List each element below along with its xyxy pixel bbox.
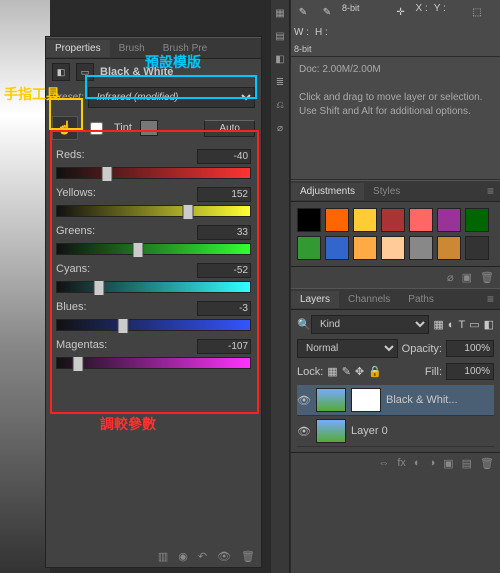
- tool-icon[interactable]: ▤: [272, 26, 288, 46]
- hint-text: Use Shift and Alt for additional options…: [299, 105, 492, 119]
- visibility-icon[interactable]: 👁: [297, 425, 311, 438]
- annotation-box-finger: [49, 98, 83, 130]
- doc-size: Doc: 2.00M/2.00M: [299, 63, 492, 77]
- y-label: Y :: [434, 3, 446, 21]
- top-info-bar: ✎ ✎ 8-bit ✛ X : Y : ⬚ W : H : 8-bit: [291, 0, 500, 57]
- reset-icon[interactable]: ↶: [198, 550, 207, 563]
- new-style-icon[interactable]: ▣: [462, 271, 472, 284]
- style-swatch[interactable]: [465, 208, 489, 232]
- clip-icon[interactable]: ▥: [158, 550, 168, 563]
- filter-icon[interactable]: T: [458, 319, 465, 331]
- layer-thumb[interactable]: [316, 388, 346, 412]
- search-icon[interactable]: 🔍: [297, 318, 307, 331]
- filter-icon[interactable]: ▦: [433, 318, 443, 331]
- tab-properties[interactable]: Properties: [46, 40, 110, 57]
- fill-input[interactable]: [446, 363, 494, 380]
- hint-text: Click and drag to move layer or selectio…: [299, 91, 492, 105]
- bw-adjustment-icon: ◧: [52, 63, 70, 81]
- opacity-input[interactable]: [446, 340, 494, 357]
- style-swatch[interactable]: [409, 236, 433, 260]
- layer-row[interactable]: 👁 Black & Whit...: [297, 385, 494, 416]
- fx-icon[interactable]: fx: [397, 457, 406, 470]
- panel-menu-icon[interactable]: ≡: [487, 184, 494, 198]
- annotation-box-params: [50, 130, 259, 414]
- style-swatches: [291, 202, 500, 266]
- adjustments-footer: ⌀ ▣ 🗑: [291, 266, 500, 288]
- style-swatch[interactable]: [325, 236, 349, 260]
- right-column: ✎ ✎ 8-bit ✛ X : Y : ⬚ W : H : 8-bit Doc:…: [291, 0, 500, 573]
- mask-icon[interactable]: ◐: [414, 457, 421, 470]
- link-icon[interactable]: ⇔: [378, 457, 389, 470]
- crosshair-icon[interactable]: ✛: [392, 3, 410, 21]
- style-swatch[interactable]: [465, 236, 489, 260]
- adjustment-icon[interactable]: ◑: [429, 457, 436, 470]
- tab-paths[interactable]: Paths: [399, 291, 443, 308]
- visibility-icon[interactable]: 👁: [297, 394, 311, 407]
- opacity-label: Opacity:: [402, 343, 442, 355]
- bit-depth: 8-bit: [342, 3, 360, 21]
- blend-mode-select[interactable]: Normal: [297, 339, 398, 358]
- lock-brush-icon[interactable]: ✎: [342, 365, 351, 378]
- toggle-visibility-icon[interactable]: 👁: [217, 550, 231, 563]
- tab-channels[interactable]: Channels: [339, 291, 399, 308]
- trash-icon[interactable]: 🗑: [480, 271, 494, 284]
- annotation-box-preset: [85, 75, 257, 99]
- layer-thumb[interactable]: [316, 419, 346, 443]
- filter-icon[interactable]: ▭: [469, 318, 479, 331]
- annotation-params: 調較參數: [100, 414, 156, 434]
- tool-icon[interactable]: ▦: [272, 3, 288, 23]
- style-swatch[interactable]: [353, 208, 377, 232]
- lock-pixels-icon[interactable]: ▦: [327, 365, 337, 378]
- lock-label: Lock:: [297, 366, 323, 378]
- new-layer-icon[interactable]: ▤: [462, 457, 472, 470]
- layer-name[interactable]: Black & Whit...: [386, 394, 458, 406]
- lock-move-icon[interactable]: ✥: [355, 365, 364, 378]
- filter-icon[interactable]: ◐: [448, 319, 455, 331]
- style-swatch[interactable]: [353, 236, 377, 260]
- clear-style-icon[interactable]: ⌀: [447, 271, 454, 284]
- properties-footer: ▥ ◉ ↶ 👁 🗑: [158, 550, 255, 563]
- w-label: W :: [294, 27, 309, 38]
- layers-footer: ⇔ fx ◐ ◑ ▣ ▤ 🗑: [291, 452, 500, 474]
- style-swatch[interactable]: [381, 208, 405, 232]
- annotation-preset: 預設模版: [145, 52, 201, 72]
- style-swatch[interactable]: [297, 236, 321, 260]
- trash-icon[interactable]: 🗑: [241, 550, 255, 563]
- eyedropper-icon[interactable]: ✎: [294, 3, 312, 21]
- view-previous-icon[interactable]: ◉: [178, 550, 188, 563]
- panel-menu-icon[interactable]: ≡: [487, 292, 494, 306]
- adjustments-panel-head: Adjustments Styles ≡: [291, 180, 500, 202]
- layer-row[interactable]: 👁 Layer 0: [297, 416, 494, 447]
- folder-icon[interactable]: ▣: [443, 457, 453, 470]
- layers-panel-head: Layers Channels Paths ≡: [291, 288, 500, 310]
- style-swatch[interactable]: [437, 236, 461, 260]
- layer-name[interactable]: Layer 0: [351, 425, 388, 437]
- style-swatch[interactable]: [409, 208, 433, 232]
- bit-depth-2: 8-bit: [294, 44, 497, 54]
- style-swatch[interactable]: [297, 208, 321, 232]
- trash-icon[interactable]: 🗑: [480, 457, 494, 470]
- lock-all-icon[interactable]: 🔒: [368, 365, 382, 378]
- tab-layers[interactable]: Layers: [291, 291, 339, 308]
- layer-mask-thumb[interactable]: [351, 388, 381, 412]
- tool-icon[interactable]: ◧: [272, 49, 288, 69]
- dimensions-icon[interactable]: ⬚: [468, 3, 486, 21]
- tool-icon[interactable]: ⌀: [272, 118, 288, 138]
- style-swatch[interactable]: [381, 236, 405, 260]
- tab-adjustments[interactable]: Adjustments: [291, 183, 364, 200]
- x-label: X :: [416, 3, 428, 21]
- style-swatch[interactable]: [325, 208, 349, 232]
- h-label: H :: [315, 27, 328, 38]
- filter-kind-select[interactable]: Kind: [311, 315, 429, 334]
- eyedropper-icon[interactable]: ✎: [318, 3, 336, 21]
- style-swatch[interactable]: [437, 208, 461, 232]
- info-panel: Doc: 2.00M/2.00M Click and drag to move …: [291, 57, 500, 180]
- layers-body: 🔍 Kind ▦ ◐ T ▭ ◧ Normal Opacity: Lock: ▦…: [291, 310, 500, 452]
- tab-styles[interactable]: Styles: [364, 183, 409, 200]
- filter-icon[interactable]: ◧: [484, 318, 494, 331]
- fill-label: Fill:: [425, 366, 442, 378]
- vertical-toolbar: ▦ ▤ ◧ ≣ ⎌ ⌀: [271, 0, 290, 573]
- tool-icon[interactable]: ⎌: [272, 95, 288, 115]
- tool-icon[interactable]: ≣: [272, 72, 288, 92]
